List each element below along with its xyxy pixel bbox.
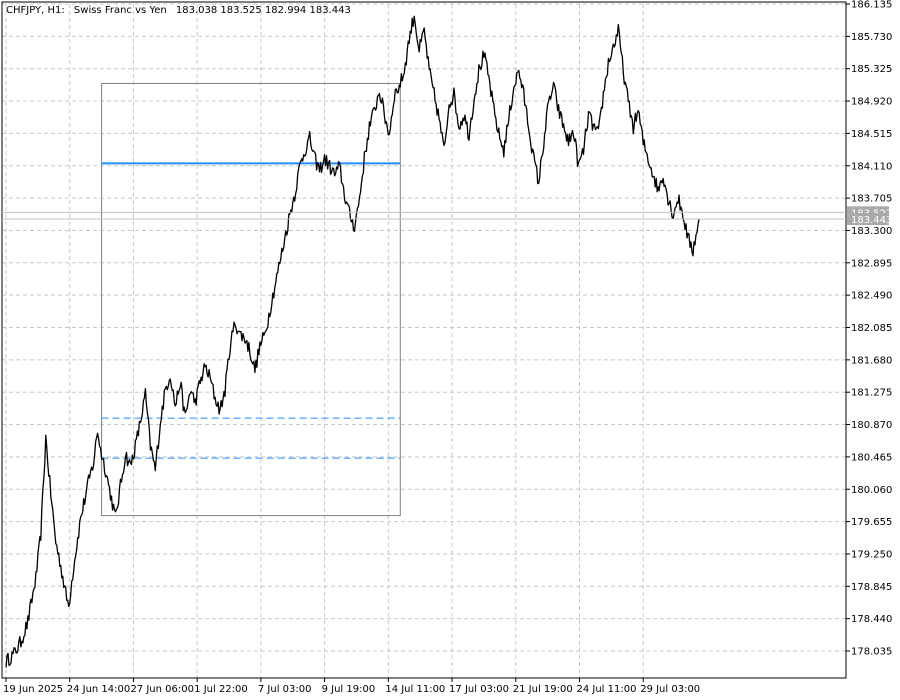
y-tick-label: 182.490 xyxy=(851,291,892,302)
y-tick-label: 181.680 xyxy=(851,355,892,366)
price-axis[interactable]: 186.135 185.730 185.325 184.920 184.515 184.1… xyxy=(846,0,892,658)
y-tick-label: 183.300 xyxy=(851,226,892,237)
y-tick-label: 182.085 xyxy=(851,323,892,334)
y-tick-label: 179.655 xyxy=(851,517,892,528)
y-tick-label: 178.845 xyxy=(851,582,892,593)
y-tick-label: 185.730 xyxy=(851,32,892,43)
y-tick-label: 180.870 xyxy=(851,420,892,431)
x-tick-label: 21 Jul 19:00 xyxy=(513,684,573,695)
symbol-label: CHFJPY, H1: xyxy=(6,5,65,16)
price-chart[interactable]: 186.135 185.730 185.325 184.920 184.515 184.1… xyxy=(0,0,900,700)
x-tick-label: 14 Jul 11:00 xyxy=(385,684,445,695)
x-tick-label: 17 Jul 03:00 xyxy=(449,684,509,695)
y-tick-label: 180.060 xyxy=(851,485,892,496)
x-tick-label: 27 Jun 06:00 xyxy=(130,684,194,695)
y-tick-label: 179.250 xyxy=(851,549,892,560)
y-tick-label: 184.515 xyxy=(851,129,892,140)
price-tag-label: 183.443 xyxy=(851,215,892,226)
y-tick-label: 178.035 xyxy=(851,647,892,658)
y-tick-label: 180.465 xyxy=(851,452,892,463)
x-tick-label: 29 Jul 03:00 xyxy=(640,684,700,695)
symbol-header: CHFJPY, H1: Swiss Franc vs Yen 183.038 1… xyxy=(6,5,351,16)
y-tick-label: 181.275 xyxy=(851,388,892,399)
y-tick-label: 178.440 xyxy=(851,614,892,625)
x-tick-label: 19 Jun 2025 xyxy=(3,684,63,695)
y-tick-label: 183.705 xyxy=(851,194,892,205)
y-tick-label: 184.110 xyxy=(851,161,892,172)
ohlc-values: 183.038 183.525 182.994 183.443 xyxy=(176,5,351,16)
y-tick-label: 184.920 xyxy=(851,97,892,108)
x-tick-label: 1 Jul 22:00 xyxy=(194,684,248,695)
y-tick-label: 185.325 xyxy=(851,64,892,75)
x-tick-label: 24 Jul 11:00 xyxy=(576,684,636,695)
x-tick-label: 9 Jul 19:00 xyxy=(322,684,376,695)
x-tick-label: 24 Jun 14:00 xyxy=(67,684,131,695)
y-tick-label: 186.135 xyxy=(851,0,892,11)
y-tick-label: 182.895 xyxy=(851,258,892,269)
symbol-description: Swiss Franc vs Yen xyxy=(74,5,167,16)
x-tick-label: 7 Jul 03:00 xyxy=(258,684,312,695)
